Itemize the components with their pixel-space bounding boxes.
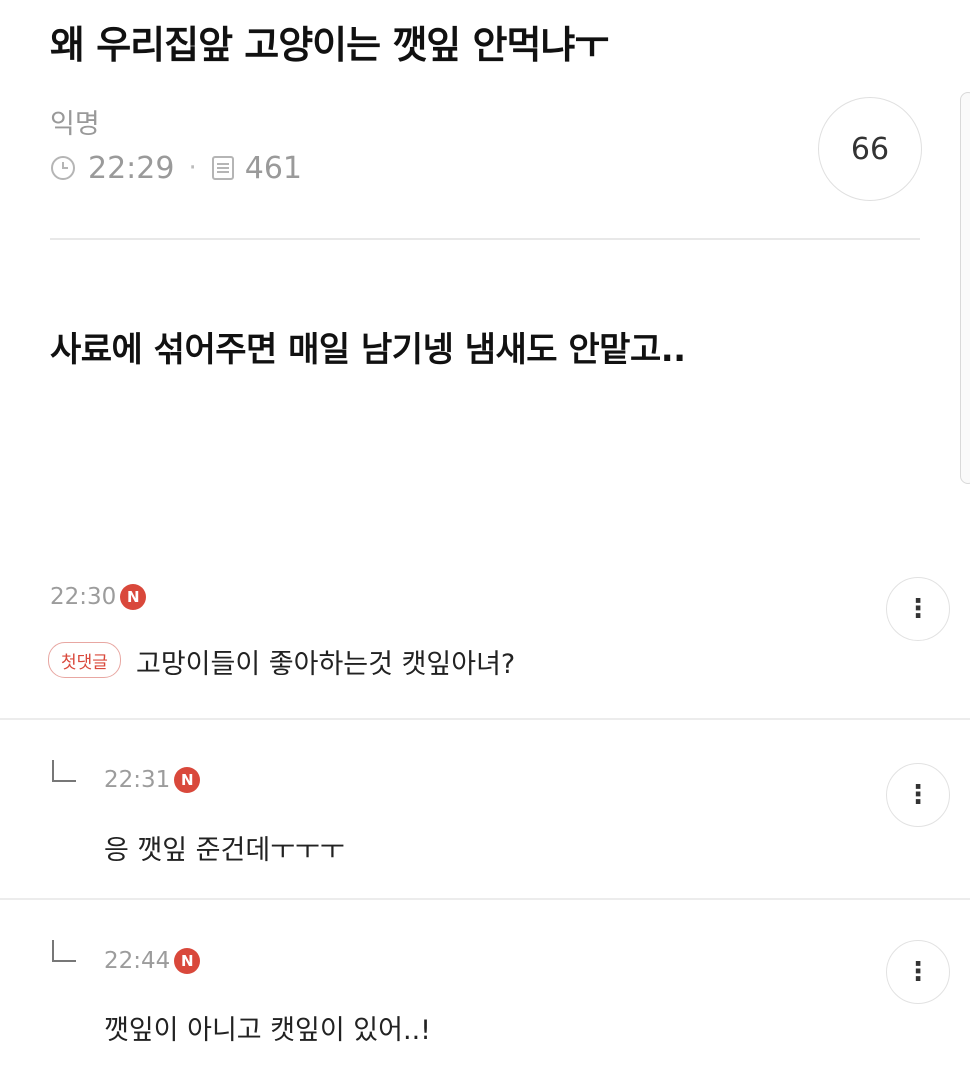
comment-divider [0,898,970,900]
comment-timestamp: 22:31 N [104,767,201,793]
comment-divider [0,718,970,720]
more-icon: ⋮ [905,780,931,810]
comment-time: 22:44 [104,948,171,974]
clock-icon [50,155,76,181]
more-icon: ⋮ [905,957,931,987]
new-badge-icon: N [174,948,201,974]
document-icon [211,155,235,181]
more-options-button[interactable]: ⋮ [886,940,950,1004]
post-body: 사료에 섞어주면 매일 남기넹 냄새도 안맡고.. [50,330,686,370]
author-name: 익명 [50,109,100,140]
comment-text: 깻잎이 아니고 캣잎이 있어..! [104,1015,431,1046]
first-comment-badge: 첫댓글 [48,642,121,678]
post-time: 22:29 [88,150,175,186]
post-title: 왜 우리집앞 고양이는 깻잎 안먹냐ㅜ [50,23,609,67]
more-options-button[interactable]: ⋮ [886,577,950,641]
new-badge-icon: N [120,584,147,610]
header-divider [50,238,920,240]
post-meta: 22:29 · 461 [50,146,302,190]
comment-count-button[interactable]: 66 [818,97,922,201]
new-badge-icon: N [174,767,201,793]
comment-timestamp: 22:44 N [104,948,201,974]
comment-timestamp: 22:30 N [50,584,147,610]
reply-arrow-icon [52,760,76,782]
scrollbar[interactable] [960,92,970,484]
view-count: 461 [244,150,302,186]
more-options-button[interactable]: ⋮ [886,763,950,827]
meta-separator: · [188,153,197,183]
comment-time: 22:31 [104,767,171,793]
comment-text: 고망이들이 좋아하는것 캣잎아녀? [136,649,516,680]
more-icon: ⋮ [905,594,931,624]
comment-text: 응 깻잎 준건데ㅜㅜㅜ [104,835,345,866]
reply-arrow-icon [52,940,76,962]
comment-time: 22:30 [50,584,117,610]
